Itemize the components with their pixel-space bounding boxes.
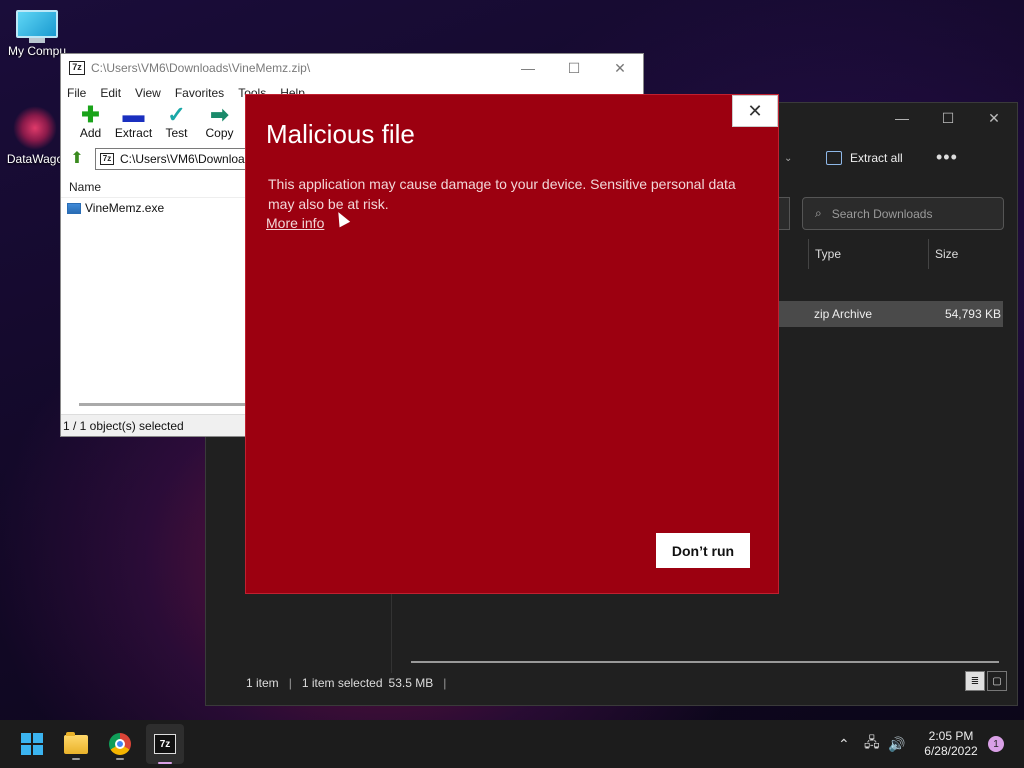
7zip-logo-icon: 7z: [100, 153, 114, 165]
show-hidden-icons-chevron-up-icon[interactable]: ⌃: [838, 720, 850, 768]
horizontal-scrollbar[interactable]: [79, 403, 259, 406]
horizontal-scrollbar[interactable]: [411, 661, 999, 663]
extract-label: Extract: [114, 126, 153, 140]
menu-edit[interactable]: Edit: [100, 86, 121, 100]
taskbar-7zip[interactable]: 7z: [146, 724, 184, 764]
chevron-down-icon[interactable]: ⌄: [784, 153, 792, 164]
7zip-logo-icon: 7z: [69, 61, 85, 75]
menu-view[interactable]: View: [135, 86, 161, 100]
check-icon: ✓: [167, 102, 186, 127]
desktop-icon-my-computer[interactable]: My Compu: [2, 10, 72, 58]
taskbar-file-explorer[interactable]: [58, 728, 94, 760]
date: 6/28/2022: [924, 744, 978, 758]
close-button[interactable]: ✕: [732, 95, 778, 127]
file-name: VineMemz.exe: [85, 201, 165, 215]
status-bar: 1 item | 1 item selected 53.5 MB |: [246, 676, 447, 690]
item-count: 1 item: [246, 676, 279, 690]
minimize-icon[interactable]: —: [505, 54, 551, 82]
up-folder-icon[interactable]: ⬆: [65, 148, 89, 170]
search-icon: ⌕: [815, 206, 822, 220]
windows-logo-icon: [21, 733, 43, 755]
copy-button[interactable]: ➡ Copy: [198, 102, 241, 146]
close-icon[interactable]: ✕: [971, 103, 1017, 133]
minimize-icon[interactable]: —: [879, 103, 925, 133]
search-placeholder: Search Downloads: [831, 206, 933, 221]
extract-button[interactable]: ▬ Extract: [112, 102, 155, 146]
tiles-view-icon[interactable]: ▢: [987, 671, 1007, 691]
status-text: 1 / 1 object(s) selected: [63, 418, 184, 433]
maximize-icon[interactable]: ☐: [925, 103, 971, 133]
menu-favorites[interactable]: Favorites: [175, 86, 224, 100]
chrome-icon: [109, 733, 131, 755]
notification-badge[interactable]: 1: [988, 736, 1004, 752]
extract-all-button[interactable]: Extract all: [826, 151, 903, 165]
network-icon[interactable]: 🖧: [864, 720, 880, 768]
details-view-icon[interactable]: ≣: [965, 671, 985, 691]
taskbar-chrome[interactable]: [102, 728, 138, 760]
arrow-right-icon: ➡: [210, 102, 229, 127]
column-header-size[interactable]: Size: [928, 239, 1008, 269]
dont-run-button[interactable]: Don’t run: [656, 533, 750, 568]
clock[interactable]: 2:05 PM 6/28/2022: [916, 729, 986, 759]
more-options-button[interactable]: •••: [936, 147, 958, 168]
address-text: C:\Users\VM6\Downloac: [120, 152, 251, 166]
taskbar: 7z ⌃ 🖧 🔊 2:05 PM 6/28/2022: [0, 720, 1024, 768]
copy-label: Copy: [205, 126, 234, 140]
malicious-file-dialog: ✕ Malicious file This application may ca…: [245, 94, 779, 594]
file-type: zip Archive: [814, 307, 873, 321]
search-input[interactable]: ⌕ Search Downloads: [802, 197, 1004, 230]
minus-icon: ▬: [122, 102, 145, 127]
start-button[interactable]: [14, 728, 50, 760]
selected-size: 53.5 MB: [388, 676, 434, 690]
close-icon: ✕: [747, 100, 763, 121]
column-header-type[interactable]: Type: [808, 239, 928, 269]
test-label: Test: [165, 126, 188, 140]
folder-icon: [64, 731, 88, 754]
volume-icon[interactable]: 🔊: [888, 720, 905, 768]
more-info-link[interactable]: More info: [266, 215, 324, 231]
datawago-icon: [13, 106, 57, 150]
7zip-icon: 7z: [154, 734, 176, 754]
dialog-message: This application may cause damage to you…: [268, 176, 736, 212]
file-size: 54,793 KB: [944, 307, 1001, 321]
dialog-title: Malicious file: [266, 119, 415, 149]
add-button[interactable]: ✚ Add: [69, 102, 112, 146]
monitor-icon: [16, 10, 58, 43]
exe-file-icon: [67, 202, 81, 214]
extract-all-label: Extract all: [850, 151, 903, 165]
selected-count: 1 item selected: [301, 676, 383, 690]
plus-icon: ✚: [81, 102, 100, 127]
time: 2:05 PM: [928, 729, 974, 743]
window-title: C:\Users\VM6\Downloads\VineMemz.zip\: [91, 61, 311, 75]
test-button[interactable]: ✓ Test: [155, 102, 198, 146]
menu-file[interactable]: File: [67, 86, 86, 100]
add-label: Add: [79, 126, 102, 140]
maximize-icon[interactable]: ☐: [551, 54, 597, 82]
extract-icon: [826, 151, 842, 165]
close-icon[interactable]: ✕: [597, 54, 643, 82]
table-row[interactable]: zip Archive 54,793 KB: [779, 301, 1003, 327]
